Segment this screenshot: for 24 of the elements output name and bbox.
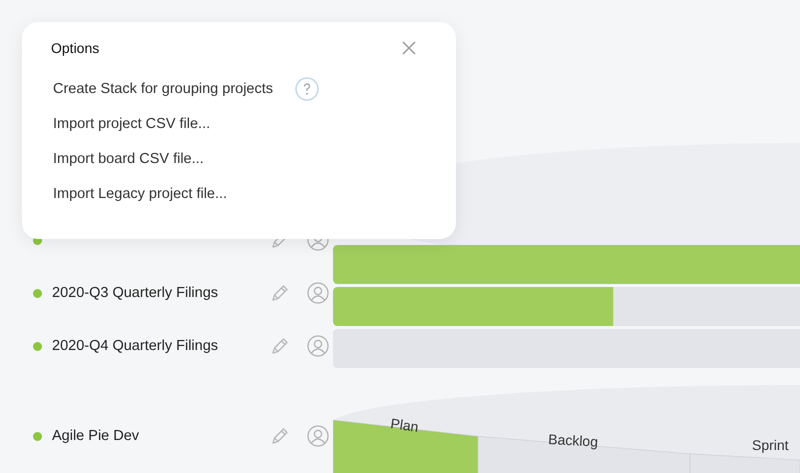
help-icon[interactable]	[295, 77, 320, 101]
pencil-icon[interactable]	[270, 336, 290, 356]
user-icon[interactable]	[307, 335, 329, 357]
stage-label: Plan	[390, 415, 420, 435]
menu-item[interactable]: Import project CSV file...	[53, 116, 210, 132]
user-icon[interactable]	[307, 282, 329, 304]
project-name[interactable]: Agile Pie Dev	[52, 428, 270, 444]
pencil-icon[interactable]	[270, 426, 290, 446]
dialog-title: Options	[51, 40, 100, 56]
menu-item[interactable]: Import Legacy project file...	[53, 186, 228, 202]
stage-segment[interactable]	[690, 454, 800, 473]
menu-item[interactable]: Create Stack for grouping projects	[53, 81, 274, 97]
menu-item[interactable]: Import board CSV file...	[53, 151, 204, 167]
project-name[interactable]: 2020-Q3 Quarterly Filings	[52, 285, 270, 301]
user-icon[interactable]	[307, 425, 329, 447]
status-dot	[33, 432, 42, 440]
pencil-icon[interactable]	[270, 283, 290, 303]
stage-label: Sprint	[752, 437, 789, 453]
project-name[interactable]: 2020-Q4 Quarterly Filings	[52, 338, 270, 354]
stage-segment[interactable]	[333, 420, 478, 473]
close-icon[interactable]	[402, 41, 416, 55]
stage-label: Backlog	[548, 431, 598, 450]
status-dot	[33, 288, 42, 298]
status-dot	[33, 342, 42, 350]
